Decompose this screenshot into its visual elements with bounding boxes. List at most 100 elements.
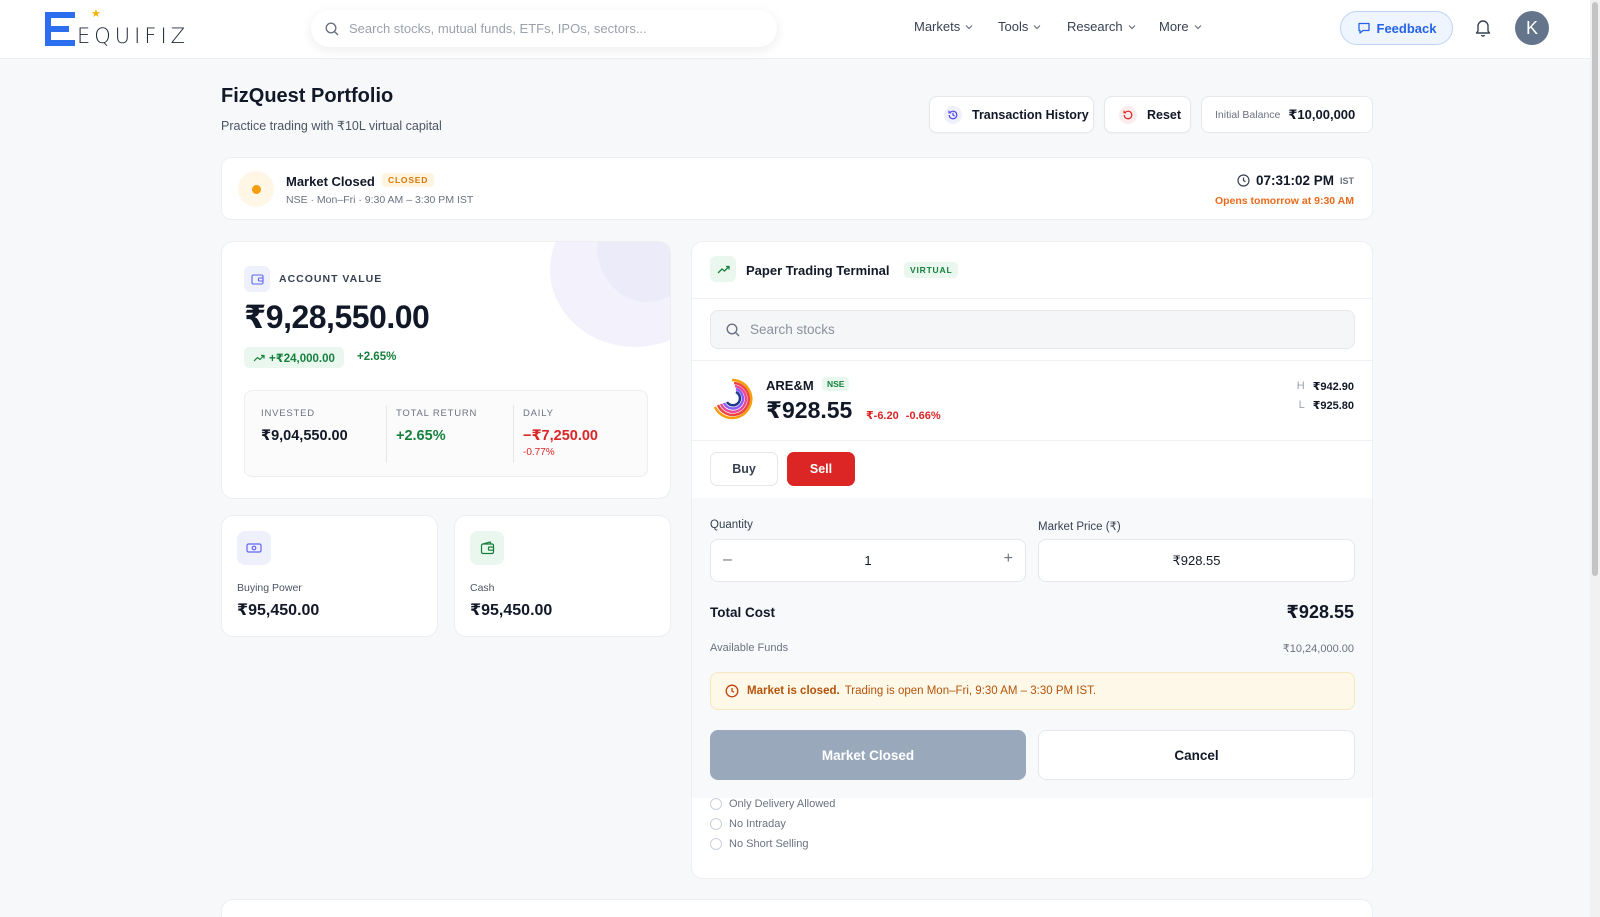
- nav-tools-label: Tools: [998, 19, 1029, 34]
- account-value-label: ACCOUNT VALUE: [279, 273, 383, 285]
- status-indicator: [238, 171, 274, 207]
- clock-timezone: IST: [1339, 175, 1354, 186]
- equifiz-logo[interactable]: ★ EQUIFIZ: [45, 8, 185, 48]
- wallet-icon: [470, 531, 504, 565]
- info-circle-icon: [710, 818, 722, 830]
- buy-tab[interactable]: Buy: [710, 452, 778, 486]
- top-navbar: ★ EQUIFIZ Search stocks, mutual funds, E…: [0, 0, 1590, 59]
- stock-symbol: ARE&M: [766, 378, 814, 393]
- clock-icon: [725, 684, 739, 698]
- daily-value: −₹7,250.00: [523, 428, 598, 444]
- bell-icon[interactable]: [1474, 18, 1492, 38]
- stock-price: ₹928.55: [766, 397, 853, 423]
- initial-balance-label: Initial Balance: [1215, 108, 1281, 121]
- info-circle-icon: [710, 798, 722, 810]
- buying-power-card: Buying Power ₹95,450.00: [221, 515, 438, 637]
- logo-text: EQUIFIZ: [77, 24, 190, 48]
- clock-icon: [1237, 174, 1250, 187]
- status-badge: CLOSED: [382, 173, 435, 187]
- invested-value: ₹9,04,550.00: [261, 428, 348, 444]
- rule-label: Only Delivery Allowed: [729, 798, 836, 810]
- rule-no-short-selling: No Short Selling: [710, 838, 809, 850]
- search-placeholder: Search stocks, mutual funds, ETFs, IPOs,…: [349, 21, 647, 36]
- stock-search-input[interactable]: Search stocks: [710, 310, 1355, 349]
- total-cost-label: Total Cost: [710, 605, 775, 620]
- selected-stock: ARE&M NSE ₹928.55 ₹-6.20 -0.66% H ₹942.9…: [692, 360, 1372, 441]
- cancel-button[interactable]: Cancel: [1038, 730, 1355, 780]
- rule-label: No Intraday: [729, 818, 786, 830]
- sell-tab[interactable]: Sell: [787, 452, 855, 486]
- market-closed-alert: Market is closed. Trading is open Mon–Fr…: [710, 672, 1355, 710]
- low-label: L: [1298, 399, 1305, 411]
- market-price-label: Market Price (₹): [1038, 521, 1121, 533]
- nav-research-label: Research: [1067, 19, 1123, 34]
- nav-more-label: More: [1159, 19, 1189, 34]
- increment-button[interactable]: +: [1004, 550, 1013, 568]
- stat-total-return: TOTAL RETURN +2.65%: [396, 408, 477, 444]
- gain-amount-pill: +₹24,000.00: [244, 347, 344, 368]
- avatar[interactable]: K: [1515, 11, 1549, 45]
- market-closed-button[interactable]: Market Closed: [710, 730, 1026, 780]
- gain-percent: +2.65%: [357, 351, 397, 363]
- quantity-label: Quantity: [710, 519, 753, 531]
- stock-logo-icon: [713, 378, 753, 420]
- total-cost-value: ₹928.55: [1286, 602, 1354, 622]
- info-circle-icon: [710, 838, 722, 850]
- rule-delivery-only: Only Delivery Allowed: [710, 798, 835, 810]
- feedback-button[interactable]: Feedback: [1340, 11, 1453, 45]
- nav-more[interactable]: More: [1159, 19, 1202, 34]
- logo-e-icon: [45, 12, 75, 46]
- initial-balance-value: ₹10,00,000: [1288, 106, 1356, 122]
- daily-percent: -0.77%: [523, 447, 555, 458]
- page-scrollbar[interactable]: [1590, 0, 1600, 917]
- chevron-down-icon: [1128, 24, 1136, 29]
- reset-icon: [1119, 105, 1137, 124]
- search-icon: [325, 21, 339, 35]
- market-schedule: NSE · Mon–Fri · 9:30 AM – 3:30 PM IST: [286, 194, 474, 206]
- invested-label: INVESTED: [261, 408, 315, 419]
- transaction-history-label: Transaction History: [972, 107, 1089, 122]
- nav-markets[interactable]: Markets: [914, 19, 973, 34]
- reset-label: Reset: [1147, 107, 1182, 122]
- logo-star-icon: ★: [91, 8, 101, 20]
- global-search-input[interactable]: Search stocks, mutual funds, ETFs, IPOs,…: [311, 10, 777, 47]
- nav-tools[interactable]: Tools: [998, 19, 1041, 34]
- transaction-history-button[interactable]: Transaction History: [929, 96, 1094, 133]
- stock-change-percent: -0.66%: [905, 410, 941, 422]
- history-icon: [944, 105, 962, 124]
- account-value: ₹9,28,550.00: [244, 299, 430, 335]
- wallet-icon: [244, 266, 270, 292]
- nav-research[interactable]: Research: [1067, 19, 1136, 34]
- reset-button[interactable]: Reset: [1104, 96, 1191, 133]
- clock-time: 07:31:02 PM: [1255, 173, 1334, 188]
- page-subtitle: Practice trading with ₹10L virtual capit…: [221, 119, 442, 133]
- cash-card: Cash ₹95,450.00: [454, 515, 671, 637]
- initial-balance: Initial Balance ₹10,00,000: [1201, 96, 1373, 133]
- market-clock: 07:31:02 PM IST: [1237, 173, 1354, 188]
- low-value: ₹925.80: [1312, 400, 1354, 412]
- buying-power-value: ₹95,450.00: [237, 602, 320, 619]
- paper-trading-terminal: Paper Trading Terminal VIRTUAL Search st…: [691, 241, 1373, 879]
- stock-low: L ₹925.80: [1299, 399, 1354, 412]
- available-funds-value: ₹10,24,000.00: [1282, 643, 1354, 655]
- quantity-input[interactable]: 1: [711, 553, 1025, 568]
- trend-up-icon: [710, 256, 736, 282]
- divider: [386, 405, 387, 463]
- stat-daily: DAILY −₹7,250.00 -0.77%: [523, 408, 598, 458]
- terminal-header: Paper Trading Terminal VIRTUAL: [692, 242, 1372, 299]
- stock-change: ₹-6.20 -0.66%: [866, 409, 941, 422]
- scrollbar-thumb[interactable]: [1592, 2, 1598, 576]
- terminal-title: Paper Trading Terminal: [746, 263, 890, 278]
- trend-up-icon: [253, 354, 265, 361]
- buying-power-label: Buying Power: [237, 582, 302, 594]
- market-price-field: ₹928.55: [1038, 539, 1355, 582]
- nav-markets-label: Markets: [914, 19, 961, 34]
- rule-label: No Short Selling: [729, 838, 809, 850]
- status-dot-icon: [251, 184, 261, 194]
- divider: [513, 405, 514, 463]
- exchange-badge: NSE: [822, 377, 850, 391]
- search-icon: [726, 322, 740, 336]
- market-status-card: Market Closed CLOSED NSE · Mon–Fri · 9:3…: [221, 157, 1373, 220]
- chevron-down-icon: [965, 24, 973, 29]
- cash-label: Cash: [470, 582, 495, 594]
